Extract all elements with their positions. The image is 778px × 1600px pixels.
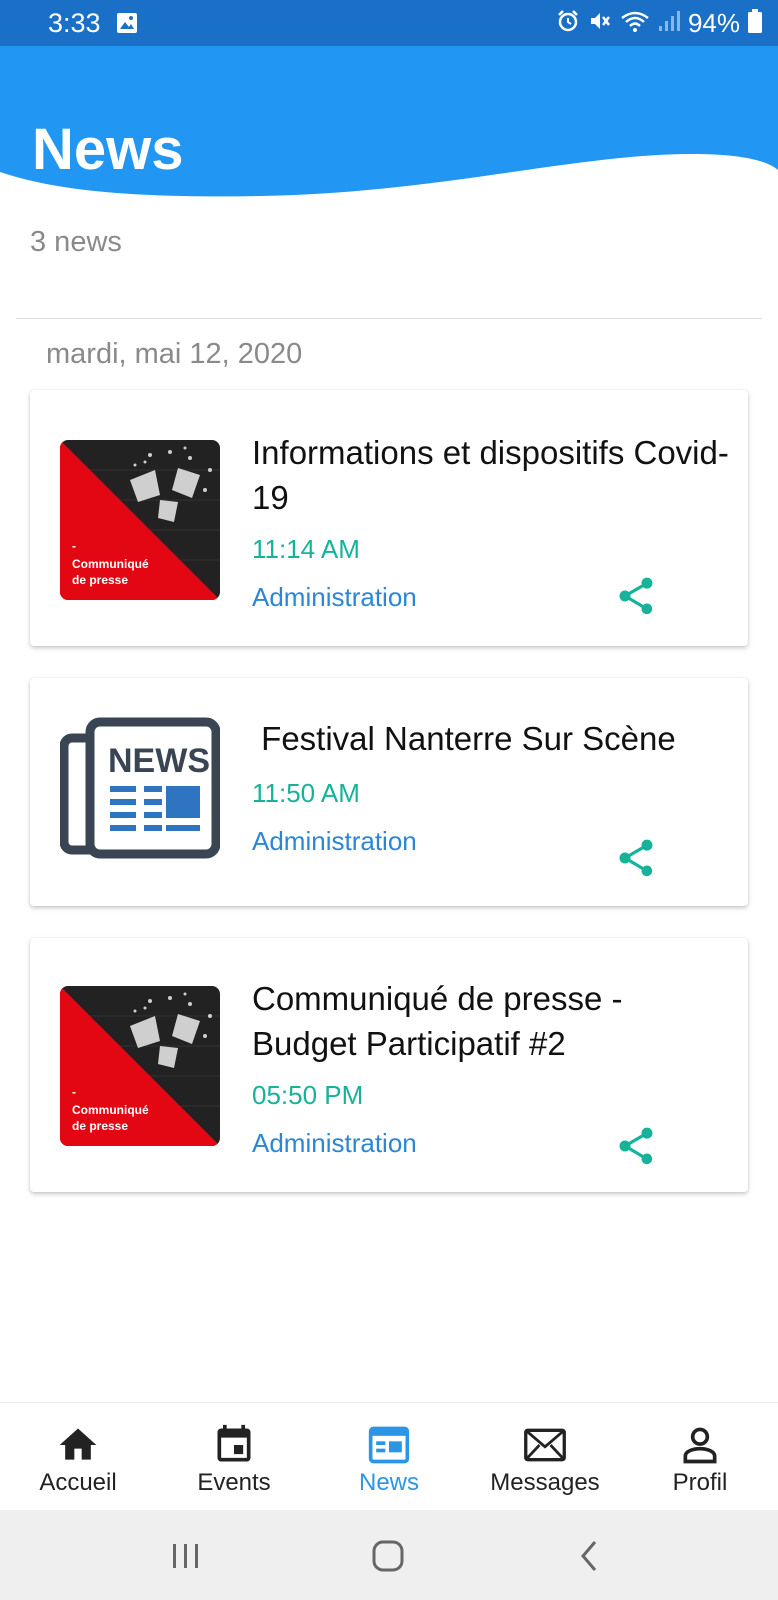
nav-item-profil[interactable]: Profil	[622, 1403, 778, 1511]
signal-icon	[658, 9, 680, 38]
nav-label: News	[358, 1469, 419, 1496]
thumb-text-dash: -	[72, 539, 76, 553]
news-author[interactable]: Administration	[252, 826, 417, 857]
news-icon	[367, 1423, 411, 1467]
battery-icon	[748, 9, 762, 38]
thumb-text-dash: -	[72, 1085, 76, 1099]
news-time: 05:50 PM	[252, 1080, 364, 1110]
bottom-nav: Accueil Events News Messages Profil	[0, 1402, 778, 1510]
home-icon	[56, 1423, 100, 1467]
thumb-text-line1: Communiqué	[72, 557, 149, 571]
status-bar: 3:33 94%	[0, 0, 778, 46]
news-author[interactable]: Administration	[252, 1128, 417, 1159]
wifi-icon	[620, 9, 650, 38]
person-icon	[678, 1423, 722, 1467]
share-icon[interactable]	[614, 1124, 658, 1168]
news-time: 11:14 AM	[252, 534, 360, 564]
news-thumb-label: NEWS	[108, 742, 210, 780]
news-title[interactable]: Informations et dispositifs Covid-19	[252, 430, 732, 520]
mute-icon	[588, 9, 612, 38]
back-button[interactable]	[568, 1534, 612, 1578]
news-thumbnail: - Communiqué de presse	[60, 986, 220, 1146]
recent-apps-button[interactable]	[164, 1534, 208, 1578]
envelope-icon	[523, 1423, 567, 1467]
nav-label: Messages	[490, 1469, 600, 1496]
page-title: News	[32, 117, 184, 182]
news-count: 3 news	[30, 226, 122, 258]
date-header: mardi, mai 12, 2020	[46, 338, 303, 370]
share-icon[interactable]	[614, 574, 658, 618]
nav-label: Accueil	[39, 1469, 117, 1496]
nav-item-news[interactable]: News	[311, 1403, 467, 1511]
alarm-icon	[556, 9, 580, 38]
status-time: 3:33	[48, 8, 101, 38]
thumb-text-line2: de presse	[72, 573, 128, 587]
thumb-text-line1: Communiqué	[72, 1103, 149, 1117]
divider	[16, 318, 762, 319]
thumb-text-line2: de presse	[72, 1119, 128, 1133]
nav-label: Profil	[672, 1469, 728, 1496]
image-icon	[116, 12, 138, 39]
share-icon[interactable]	[614, 836, 658, 880]
nav-item-accueil[interactable]: Accueil	[0, 1403, 156, 1511]
news-card[interactable]: - Communiqué de presse Informations et d…	[30, 390, 748, 646]
system-nav-bar	[0, 1510, 778, 1600]
news-title[interactable]: Communiqué de presse - Budget Participat…	[252, 976, 732, 1066]
news-thumbnail: - Communiqué de presse	[60, 440, 220, 600]
news-card[interactable]: NEWS Festival Nanterre Sur Scène 11:50 A…	[30, 678, 748, 906]
battery-percent: 94%	[687, 8, 740, 38]
home-button[interactable]	[366, 1534, 410, 1578]
calendar-icon	[212, 1423, 256, 1467]
nav-label: Events	[197, 1469, 271, 1496]
nav-item-events[interactable]: Events	[156, 1403, 312, 1511]
news-time: 11:50 AM	[252, 778, 360, 808]
header: News	[0, 46, 778, 216]
nav-item-messages[interactable]: Messages	[467, 1403, 623, 1511]
news-thumbnail: NEWS	[59, 712, 221, 872]
news-title[interactable]: Festival Nanterre Sur Scène	[252, 716, 732, 761]
news-author[interactable]: Administration	[252, 582, 417, 613]
news-card[interactable]: - Communiqué de presse Communiqué de pre…	[30, 938, 748, 1192]
